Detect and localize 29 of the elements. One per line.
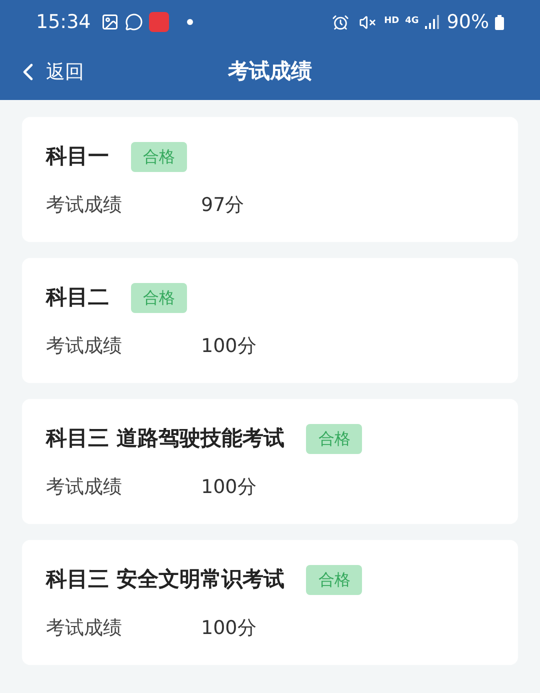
battery-icon [495, 14, 504, 30]
page-title: 考试成绩 [228, 58, 312, 86]
chat-icon [124, 13, 143, 31]
hd-indicator: HD [384, 15, 400, 28]
subject-title: 科目三 道路驾驶技能考试 [46, 425, 284, 452]
score-label: 考试成绩 [46, 192, 123, 218]
battery-percent: 90% [446, 10, 489, 35]
pass-badge: 合格 [131, 282, 187, 313]
subject-title: 科目三 安全文明常识考试 [46, 566, 284, 593]
score-label: 考试成绩 [46, 334, 123, 358]
status-time: 15:34 [36, 10, 91, 35]
network-indicator: 4G [405, 15, 419, 28]
alarm-icon [332, 14, 350, 30]
pass-badge: 合格 [131, 142, 187, 172]
pass-badge: 合格 [306, 564, 362, 595]
pass-badge: 合格 [306, 424, 362, 454]
mute-icon [359, 14, 376, 30]
score-value: 100分 [201, 334, 256, 358]
score-value: 100分 [201, 616, 256, 640]
score-value: 100分 [201, 474, 256, 500]
back-button[interactable]: 返回 [14, 58, 84, 86]
subject-title: 科目一 [46, 143, 109, 170]
signal-icon [424, 15, 441, 29]
app-icon [148, 12, 169, 32]
score-label: 考试成绩 [46, 474, 123, 500]
score-value: 97分 [201, 192, 244, 218]
score-label: 考试成绩 [46, 616, 123, 640]
image-icon [100, 13, 119, 31]
subject-title: 科目二 [46, 284, 109, 311]
